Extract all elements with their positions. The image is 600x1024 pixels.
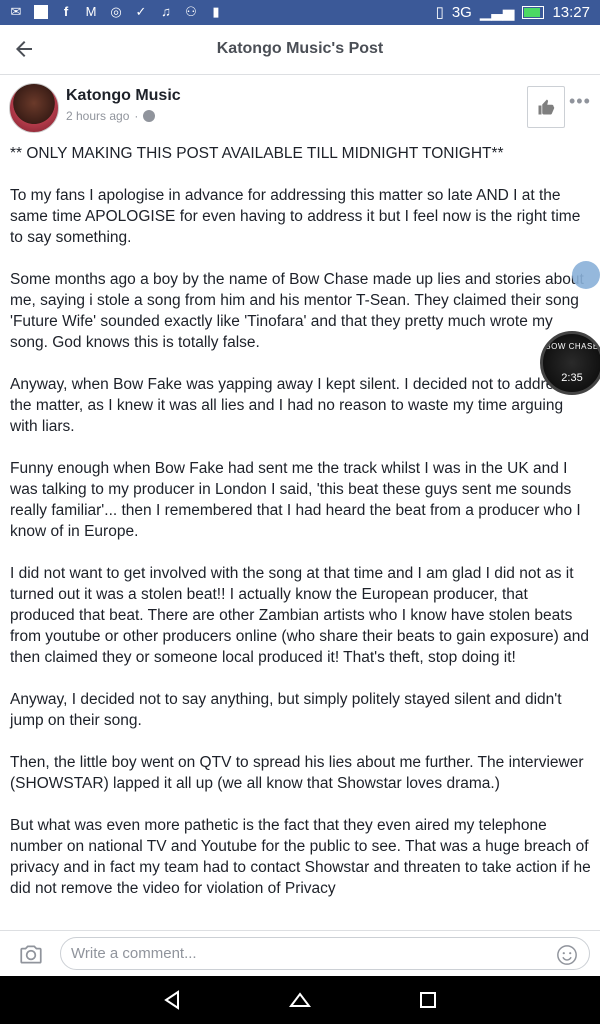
post-body: ** ONLY MAKING THIS POST AVAILABLE TILL … (10, 143, 592, 920)
comment-bar (0, 930, 600, 977)
notification-icons: ✉ f M ◎ ✓ ♫ ⚇ ▮ (8, 4, 224, 20)
post-paragraph: But what was even more pathetic is the f… (10, 817, 591, 897)
post-paragraph: Anyway, when Bow Fake was yapping away I… (10, 376, 570, 435)
mail-icon: ✉ (10, 4, 22, 19)
author-name[interactable]: Katongo Music (66, 87, 181, 105)
smiley-icon[interactable] (556, 944, 578, 966)
post: Katongo Music 2 hours ago · ••• ** ONLY … (0, 75, 600, 930)
nav-recents-icon[interactable] (416, 988, 440, 1012)
vibrate-icon: ▯ (435, 4, 444, 21)
audio-chat-head[interactable] (572, 261, 600, 289)
post-timestamp[interactable]: 2 hours ago (66, 109, 129, 123)
like-button[interactable] (527, 86, 565, 128)
post-paragraph: Funny enough when Bow Fake had sent me t… (10, 460, 581, 540)
post-paragraph: To my fans I apologise in advance for ad… (10, 187, 581, 246)
battery-icon (522, 5, 545, 19)
thumbs-up-icon (538, 99, 555, 115)
nav-back-icon[interactable] (160, 988, 184, 1012)
camera-icon[interactable] (18, 941, 44, 967)
status-bar: ✉ f M ◎ ✓ ♫ ⚇ ▮ ▯ 3G ▁▃▅ 13:27 (0, 0, 600, 25)
comment-input[interactable] (60, 937, 590, 970)
globe-icon (143, 110, 156, 122)
top-nav: Katongo Music's Post (0, 25, 600, 75)
blank-notification-icon (33, 4, 49, 20)
instagram-icon: ◎ (110, 4, 122, 19)
post-paragraph: Anyway, I decided not to say anything, b… (10, 691, 562, 729)
post-paragraph: Then, the little boy went on QTV to spre… (10, 754, 584, 792)
clipboard-icon: ▮ (212, 4, 220, 19)
signal-icon: ▁▃▅ (479, 4, 515, 21)
post-paragraph: I did not want to get involved with the … (10, 565, 590, 666)
page-title: Katongo Music's Post (216, 40, 384, 57)
music-icon: ♫ (161, 4, 171, 19)
incognito-icon: ⚇ (185, 4, 197, 19)
chat-head-duration: 2:35 (561, 372, 583, 384)
gmail-icon: M (85, 4, 97, 19)
more-options-button[interactable]: ••• (569, 91, 591, 112)
status-right: ▯ 3G ▁▃▅ 13:27 (435, 3, 590, 22)
meta-separator: · (134, 109, 139, 123)
video-chat-head[interactable]: BOW CHASE 2:35 (540, 331, 600, 395)
check-icon: ✓ (135, 4, 147, 19)
post-paragraph: ** ONLY MAKING THIS POST AVAILABLE TILL … (10, 145, 504, 162)
post-meta: 2 hours ago · (66, 109, 156, 123)
clock: 13:27 (552, 3, 590, 21)
author-avatar[interactable] (9, 83, 59, 133)
facebook-icon: f (63, 4, 69, 19)
android-navigation-bar (0, 976, 600, 1024)
post-paragraph: Some months ago a boy by the name of Bow… (10, 271, 584, 351)
network-type: 3G (451, 3, 472, 21)
chat-head-title: BOW CHASE (545, 342, 599, 351)
nav-home-icon[interactable] (288, 988, 312, 1012)
